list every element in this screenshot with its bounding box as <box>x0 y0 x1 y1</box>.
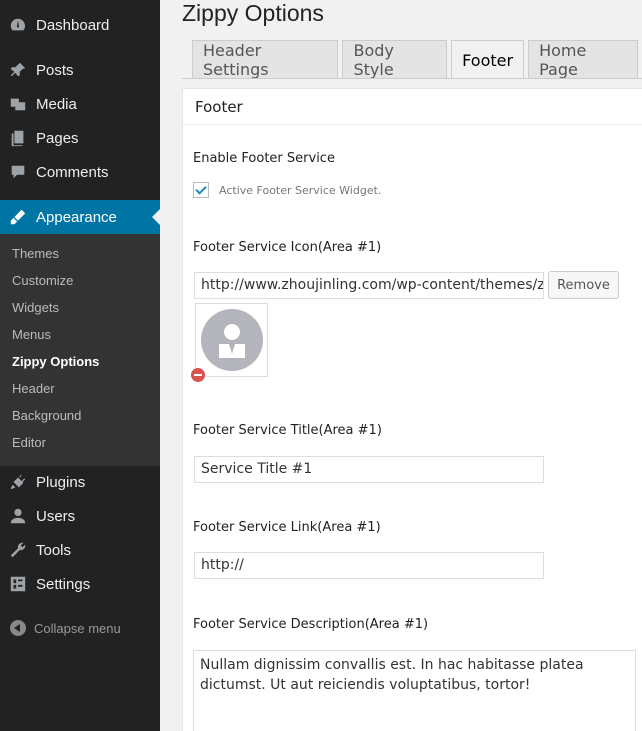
sidebar-item-dashboard[interactable]: Dashboard <box>0 8 160 42</box>
footer-service-checkbox-label: Active Footer Service Widget. <box>219 184 382 197</box>
submenu-item-zippy-options[interactable]: Zippy Options <box>12 354 99 369</box>
sidebar-item-label: Tools <box>36 541 72 559</box>
options-tabs: Header Settings Body Style Footer Home P… <box>192 40 642 79</box>
tab-footer[interactable]: Footer <box>451 40 525 79</box>
sidebar-item-label: Plugins <box>36 473 86 491</box>
submenu-item-menus[interactable]: Menus <box>12 327 51 342</box>
sidebar-item-label: Media <box>36 95 77 113</box>
sidebar-item-label: Dashboard <box>36 16 110 34</box>
footer-service-checkbox[interactable] <box>193 182 209 198</box>
icon-preview <box>195 303 268 377</box>
submenu-item-themes[interactable]: Themes <box>12 246 59 261</box>
sidebar-item-comments[interactable]: Comments <box>0 155 160 189</box>
pages-icon <box>0 129 36 147</box>
wrench-icon <box>0 541 36 559</box>
admin-sidebar: Dashboard Posts Media Pages Comments App… <box>0 0 160 731</box>
plug-icon <box>0 473 36 491</box>
submenu-item-header[interactable]: Header <box>12 381 55 396</box>
user-placeholder-icon <box>200 309 263 371</box>
sidebar-item-plugins[interactable]: Plugins <box>0 465 160 499</box>
sidebar-item-label: Users <box>36 507 76 525</box>
submenu-item-background[interactable]: Background <box>12 408 81 423</box>
user-icon <box>0 507 36 525</box>
sidebar-item-label: Appearance <box>36 208 117 226</box>
footer-service-icon-url-input[interactable]: http://www.zhoujinling.com/wp-content/th… <box>194 272 544 299</box>
sidebar-item-appearance[interactable]: Appearance <box>0 200 160 234</box>
sidebar-item-tools[interactable]: Tools <box>0 533 160 567</box>
page-title: Zippy Options <box>182 0 324 26</box>
sidebar-item-label: Posts <box>36 61 74 79</box>
tab-home-page[interactable]: Home Page <box>528 40 638 79</box>
collapse-menu-button[interactable]: Collapse menu <box>10 620 121 636</box>
dashboard-icon <box>0 16 36 34</box>
sidebar-item-posts[interactable]: Posts <box>0 53 160 87</box>
settings-icon <box>0 575 36 593</box>
submenu-item-editor[interactable]: Editor <box>12 435 46 450</box>
appearance-submenu: Themes Customize Widgets Menus Zippy Opt… <box>0 234 160 466</box>
remove-button[interactable]: Remove <box>548 271 619 299</box>
footer-service-title-input[interactable]: Service Title #1 <box>194 456 544 483</box>
footer-service-description-textarea[interactable]: Nullam dignissim convallis est. In hac h… <box>193 650 636 731</box>
collapse-arrow-icon <box>10 620 26 636</box>
collapse-menu-label: Collapse menu <box>34 620 121 636</box>
footer-service-icon-label: Footer Service Icon(Area #1) <box>193 240 382 255</box>
footer-service-link-label: Footer Service Link(Area #1) <box>193 520 381 535</box>
sidebar-item-media[interactable]: Media <box>0 87 160 121</box>
media-icon <box>0 95 36 113</box>
submenu-item-customize[interactable]: Customize <box>12 273 73 288</box>
sidebar-item-label: Pages <box>36 129 79 147</box>
submenu-item-widgets[interactable]: Widgets <box>12 300 59 315</box>
sidebar-item-settings[interactable]: Settings <box>0 567 160 601</box>
tab-header-settings[interactable]: Header Settings <box>192 40 339 79</box>
comment-icon <box>0 163 36 181</box>
tabs-divider <box>182 78 642 79</box>
remove-image-icon[interactable] <box>191 368 205 382</box>
panel-title: Footer <box>183 89 642 125</box>
sidebar-item-label: Comments <box>36 163 109 181</box>
enable-footer-service-label: Enable Footer Service <box>193 151 335 166</box>
active-indicator <box>152 209 160 225</box>
sidebar-item-users[interactable]: Users <box>0 499 160 533</box>
sidebar-item-pages[interactable]: Pages <box>0 121 160 155</box>
footer-service-title-label: Footer Service Title(Area #1) <box>193 423 382 438</box>
sidebar-item-label: Settings <box>36 575 91 593</box>
footer-service-description-label: Footer Service Description(Area #1) <box>193 617 429 632</box>
pin-icon <box>0 61 36 79</box>
tab-body-style[interactable]: Body Style <box>342 40 448 79</box>
footer-service-link-input[interactable]: http:// <box>194 552 544 579</box>
brush-icon <box>0 208 36 226</box>
